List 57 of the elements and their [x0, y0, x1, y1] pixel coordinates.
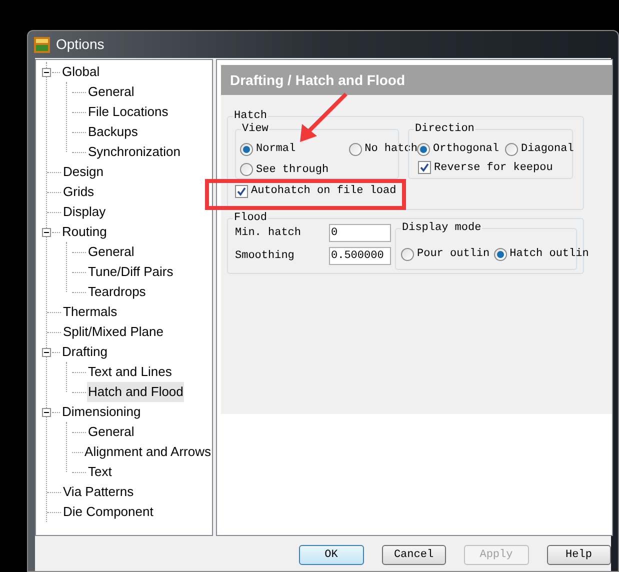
tree-item[interactable]: Alignment and Arrows [84, 442, 212, 462]
radio-label: Hatch outlin [510, 247, 589, 262]
tree-item[interactable]: Hatch and Flood [87, 382, 184, 402]
tree-item[interactable]: Die Component [62, 502, 154, 522]
group-label: Display mode [401, 221, 482, 235]
tree-item[interactable]: File Locations [87, 102, 170, 122]
tree-item[interactable]: Via Patterns [62, 482, 135, 502]
radio-label: Pour outlin [417, 247, 490, 262]
tree-item[interactable]: Synchronization [87, 142, 182, 162]
input-field[interactable]: 0 [329, 224, 391, 242]
dialog-button[interactable]: Cancel [382, 545, 446, 565]
checkbox-label: Reverse for keepou [434, 160, 553, 176]
tree-item[interactable]: General [87, 242, 136, 262]
radio-label: Normal [256, 142, 296, 157]
dialog-button[interactable]: Help [546, 545, 611, 565]
tree-item[interactable]: Grids [62, 182, 96, 202]
collapse-icon[interactable] [42, 348, 51, 356]
tree-item[interactable]: Dimensioning [61, 402, 142, 422]
radio-label: Orthogonal [433, 142, 500, 157]
tree-item[interactable]: Teardrops [87, 282, 147, 302]
radio-label: No hatch [364, 142, 418, 157]
field-label: Smoothing [235, 248, 294, 264]
tree-item[interactable]: Global [61, 62, 101, 82]
collapse-icon[interactable] [42, 228, 51, 236]
tree-item[interactable]: Tune/Diff Pairs [87, 262, 174, 282]
collapse-icon[interactable] [42, 68, 51, 76]
radio-button[interactable] [240, 142, 253, 156]
input-field[interactable]: 0.500000 [329, 247, 391, 265]
dialog-button[interactable]: OK [299, 545, 364, 565]
annotation-arrow [300, 92, 348, 142]
tree-item[interactable]: Split/Mixed Plane [62, 322, 164, 342]
tree-item[interactable]: Text and Lines [87, 362, 173, 382]
tree-item[interactable]: Backups [87, 122, 139, 142]
tree-item[interactable]: Routing [61, 222, 108, 242]
field-label: Min. hatch [235, 226, 302, 241]
radio-label: See through [256, 162, 329, 178]
tree-item[interactable]: Thermals [62, 302, 118, 322]
tree-item[interactable]: Design [62, 162, 104, 182]
tree-item[interactable]: General [87, 82, 136, 102]
checkbox-label: Autohatch on file load [251, 184, 396, 199]
radio-button[interactable] [417, 142, 430, 156]
radio-button[interactable] [494, 248, 507, 261]
checkbox[interactable] [235, 184, 248, 198]
window-title: Options [56, 35, 104, 54]
page-header: Drafting / Hatch and Flood [221, 65, 612, 95]
checkbox[interactable] [418, 161, 431, 174]
radio-button[interactable] [401, 248, 414, 261]
collapse-icon[interactable] [42, 408, 51, 416]
tree-item[interactable]: General [87, 422, 136, 442]
radio-button[interactable] [240, 163, 253, 176]
radio-button[interactable] [505, 142, 518, 156]
tree-item[interactable]: Text [87, 462, 113, 482]
app-icon [34, 36, 50, 52]
radio-label: Diagonal [521, 142, 574, 157]
tree-item[interactable]: Drafting [61, 342, 109, 362]
radio-button[interactable] [348, 142, 362, 156]
tree-item[interactable]: Display [62, 202, 107, 222]
